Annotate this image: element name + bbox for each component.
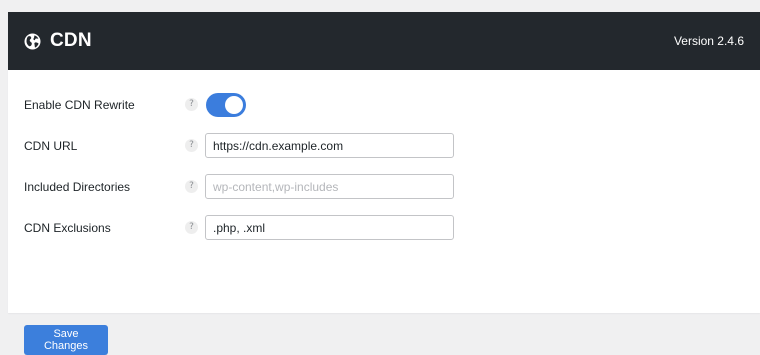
help-icon[interactable]: ? — [185, 98, 198, 111]
row-included-directories: Included Directories ? — [8, 174, 760, 200]
row-cdn-url: CDN URL ? — [8, 133, 760, 159]
included-directories-label: Included Directories — [24, 180, 131, 194]
enable-rewrite-toggle[interactable] — [206, 93, 246, 117]
row-cdn-exclusions: CDN Exclusions ? — [8, 215, 760, 241]
header-bar: CDN Version 2.4.6 — [8, 12, 760, 70]
cdn-exclusions-input[interactable] — [205, 215, 454, 240]
version-label: Version 2.4.6 — [673, 34, 744, 48]
cdn-exclusions-label: CDN Exclusions — [24, 221, 111, 235]
enable-rewrite-label: Enable CDN Rewrite — [24, 98, 135, 112]
settings-panel: CDN Version 2.4.6 Enable CDN Rewrite ? C… — [8, 12, 760, 355]
help-icon[interactable]: ? — [185, 139, 198, 152]
save-changes-button[interactable]: Save Changes — [24, 325, 108, 355]
globe-icon — [24, 33, 41, 50]
included-directories-input[interactable] — [205, 174, 454, 199]
toggle-knob — [225, 96, 243, 114]
help-icon[interactable]: ? — [185, 180, 198, 193]
cdn-url-label: CDN URL — [24, 139, 78, 153]
row-enable-rewrite: Enable CDN Rewrite ? — [8, 92, 760, 118]
page-title: CDN — [50, 30, 92, 51]
cdn-url-input[interactable] — [205, 133, 454, 158]
help-icon[interactable]: ? — [185, 221, 198, 234]
brand: CDN — [24, 30, 92, 52]
